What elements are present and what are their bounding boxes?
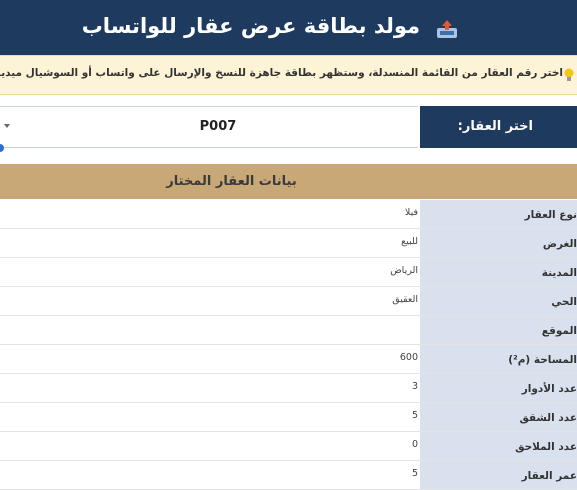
field-label: عدد الأدوار (521, 383, 577, 395)
table-row: للبيع الغرض (0, 229, 577, 258)
field-value-cell[interactable]: العقيق (0, 287, 420, 315)
light-bulb-icon (564, 68, 574, 81)
field-label-cell: الحي (420, 287, 577, 315)
field-label-cell: المدينة (420, 258, 577, 286)
table-row: 0 عدد الملاحق (0, 432, 577, 461)
property-selector-row: اختر العقار: P007 (0, 106, 577, 148)
tip-banner: اختر رقم العقار من القائمة المنسدلة، وست… (0, 55, 577, 95)
field-label-cell: عدد الملاحق (420, 432, 577, 460)
field-label: الحي (551, 296, 577, 308)
cell-selection-handle[interactable] (0, 144, 4, 152)
field-label: نوع العقار (524, 209, 577, 221)
field-label: عدد الشقق (519, 412, 577, 424)
field-value: الرياض (390, 265, 418, 276)
field-value-cell[interactable]: الرياض (0, 258, 420, 286)
section-header: بيانات العقار المختار (0, 164, 577, 199)
title-bar: مولد بطاقة عرض عقار للواتساب (0, 0, 577, 55)
table-row: الموقع (0, 316, 577, 345)
property-dropdown[interactable]: P007 (0, 106, 418, 148)
field-value-cell[interactable]: 5 (0, 461, 420, 489)
field-value: للبيع (401, 236, 418, 247)
field-label: الموقع (541, 325, 577, 337)
field-value-cell[interactable]: 600 (0, 345, 420, 373)
table-row: 5 عدد الشقق (0, 403, 577, 432)
field-value-cell[interactable]: فيلا (0, 200, 420, 228)
field-value: فيلا (404, 207, 418, 218)
selected-property-id: P007 (199, 119, 237, 134)
field-value-cell[interactable]: للبيع (0, 229, 420, 257)
field-value: 5 (411, 410, 418, 421)
chevron-down-icon[interactable] (4, 124, 10, 128)
table-row: العقيق الحي (0, 287, 577, 316)
table-row: الرياض المدينة (0, 258, 577, 287)
property-details-table: فيلا نوع العقار للبيع الغرض الرياض المدينة الع… (0, 200, 577, 490)
field-value-cell[interactable]: 3 (0, 374, 420, 402)
field-value: 600 (399, 352, 418, 363)
field-value: 0 (411, 439, 418, 450)
field-label: عمر العقار (521, 470, 577, 482)
field-value: 5 (411, 468, 418, 479)
field-label: الغرض (542, 238, 577, 250)
field-label-cell: نوع العقار (420, 200, 577, 228)
field-label-cell: عدد الشقق (420, 403, 577, 431)
outbox-tray-icon (437, 20, 457, 38)
selector-label: اختر العقار: (420, 106, 577, 148)
table-row: 5 عمر العقار (0, 461, 577, 490)
field-label: عدد الملاحق (515, 441, 577, 453)
field-label-cell: المساحة (م²) (420, 345, 577, 373)
table-row: 3 عدد الأدوار (0, 374, 577, 403)
table-row: 600 المساحة (م²) (0, 345, 577, 374)
field-label-cell: عمر العقار (420, 461, 577, 489)
tip-text: اختر رقم العقار من القائمة المنسدلة، وست… (0, 67, 563, 79)
field-value-cell[interactable]: 0 (0, 432, 420, 460)
field-label: المدينة (541, 267, 577, 279)
page-title: مولد بطاقة عرض عقار للواتساب (81, 14, 420, 38)
field-value: العقيق (392, 294, 418, 305)
field-label-cell: الموقع (420, 316, 577, 344)
field-value-cell[interactable] (0, 316, 420, 344)
field-value: 3 (411, 381, 418, 392)
field-value-cell[interactable]: 5 (0, 403, 420, 431)
field-label-cell: عدد الأدوار (420, 374, 577, 402)
table-row: فيلا نوع العقار (0, 200, 577, 229)
field-label-cell: الغرض (420, 229, 577, 257)
field-label: المساحة (م²) (508, 354, 577, 366)
